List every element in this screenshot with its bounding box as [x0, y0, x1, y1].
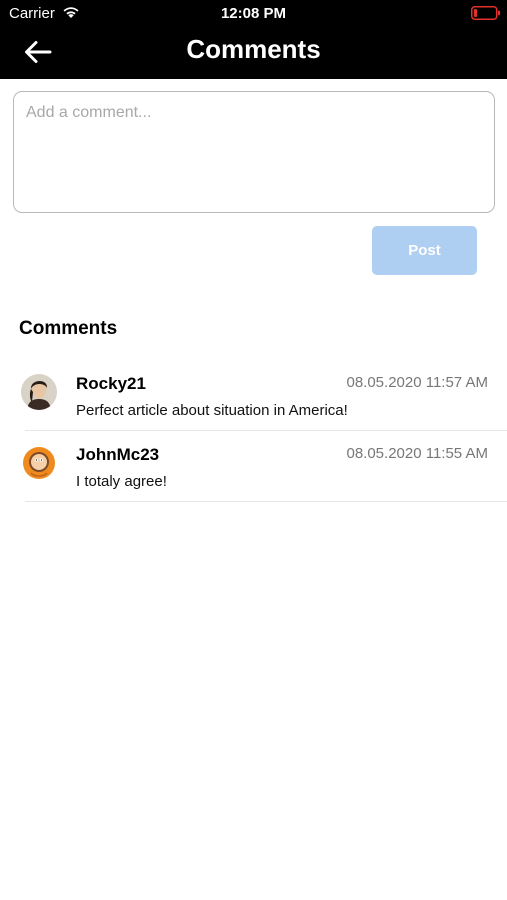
comment-username[interactable]: Rocky21	[76, 374, 146, 394]
comment-username[interactable]: JohnMc23	[76, 445, 159, 465]
user-avatar[interactable]	[21, 374, 57, 410]
user-avatar[interactable]	[21, 445, 57, 481]
battery-icon	[471, 6, 500, 20]
comments-section-title: Comments	[19, 318, 118, 339]
status-bar: Carrier 12:08 PM	[0, 0, 507, 28]
back-button[interactable]	[18, 36, 58, 68]
arrow-left-icon	[25, 41, 52, 63]
comment-timestamp: 08.05.2020 11:57 AM	[346, 374, 488, 391]
comment-item[interactable]: JohnMc23 08.05.2020 11:55 AM I totaly ag…	[0, 431, 507, 502]
comment-item[interactable]: Rocky21 08.05.2020 11:57 AM Perfect arti…	[0, 360, 507, 431]
post-button[interactable]: Post	[372, 226, 477, 275]
nav-header: Carrier 12:08 PM Comments	[0, 0, 507, 79]
comment-timestamp: 08.05.2020 11:55 AM	[346, 445, 488, 462]
comment-text: I totaly agree!	[76, 473, 167, 490]
page-title: Comments	[186, 34, 321, 64]
status-time: 12:08 PM	[220, 5, 287, 22]
comment-text: Perfect article about situation in Ameri…	[76, 402, 348, 419]
comment-input[interactable]	[13, 91, 495, 213]
comment-list: Rocky21 08.05.2020 11:57 AM Perfect arti…	[0, 360, 507, 502]
divider	[25, 501, 507, 502]
